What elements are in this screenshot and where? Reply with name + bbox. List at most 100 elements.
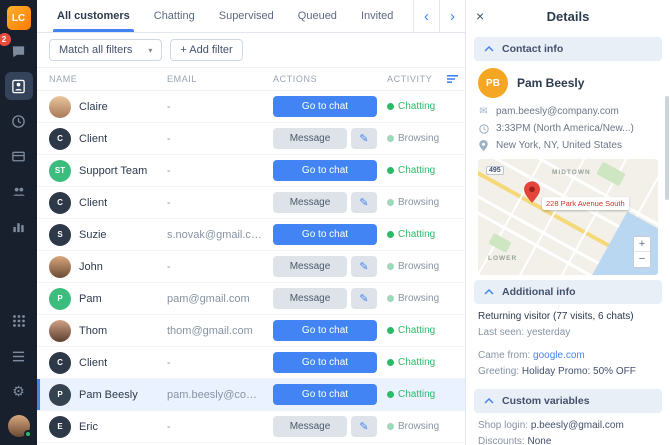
shop-login-value: p.beesly@gmail.com [531, 420, 624, 431]
table-row[interactable]: CClient-Message✎Browsing [37, 123, 465, 155]
section-custom-variables[interactable]: Custom variables [474, 389, 662, 413]
tabs-next-button[interactable]: › [439, 0, 465, 32]
contact-name: Pam Beesly [517, 76, 584, 90]
message-button[interactable]: Message [273, 288, 347, 309]
activity-status-dot [387, 231, 394, 238]
add-filter-button[interactable]: + Add filter [170, 39, 242, 61]
customer-name: Client [79, 133, 107, 145]
tab-bar: All customersChattingSupervisedQueuedInv… [37, 0, 465, 33]
sidebar-item-reports[interactable] [5, 212, 33, 240]
column-name[interactable]: NAME [49, 74, 167, 84]
customer-avatar: S [49, 224, 71, 246]
activity-label: Chatting [398, 101, 435, 112]
sidebar-item-contacts[interactable] [5, 72, 33, 100]
activity-label: Browsing [398, 261, 439, 272]
details-scrollbar[interactable] [665, 96, 669, 200]
go-to-chat-button[interactable]: Go to chat [273, 352, 377, 373]
message-button[interactable]: Message [273, 416, 347, 437]
edit-message-button[interactable]: ✎ [351, 416, 377, 437]
table-row[interactable]: PPam Beeslypam.beesly@company.comGo to c… [37, 379, 465, 411]
edit-message-button[interactable]: ✎ [351, 192, 377, 213]
contact-local-time: 3:33PM (North America/New...) [496, 123, 634, 134]
list-icon [11, 350, 26, 363]
contact-location: New York, NY, United States [496, 140, 622, 151]
table-row[interactable]: CClient-Message✎Browsing [37, 187, 465, 219]
customer-name: Pam Beesly [79, 389, 138, 401]
details-title: Details [490, 9, 646, 24]
customer-avatar [49, 96, 71, 118]
customer-name: Client [79, 357, 107, 369]
table-row[interactable]: CClient-Go to chatChatting [37, 347, 465, 379]
tab-supervised[interactable]: Supervised [207, 0, 286, 32]
column-email[interactable]: EMAIL [167, 74, 273, 84]
came-from-link[interactable]: google.com [533, 350, 585, 361]
table-row[interactable]: STSupport Team-Go to chatChatting [37, 155, 465, 187]
customer-email: - [167, 197, 273, 209]
table-row[interactable]: EEric-Message✎Browsing [37, 411, 465, 443]
customer-avatar: C [49, 192, 71, 214]
column-activity[interactable]: ACTIVITY [387, 74, 443, 84]
chevron-up-icon [484, 289, 494, 295]
sidebar-item-list[interactable] [5, 342, 33, 370]
activity-label: Browsing [398, 293, 439, 304]
sidebar-item-apps[interactable] [5, 307, 33, 335]
map-zoom-out-button[interactable]: − [634, 252, 650, 267]
table-row[interactable]: PPampam@gmail.comMessage✎Browsing [37, 283, 465, 315]
message-button[interactable]: Message [273, 128, 347, 149]
table-row[interactable]: John-Message✎Browsing [37, 251, 465, 283]
section-contact-info[interactable]: Contact info [474, 37, 662, 61]
edit-message-button[interactable]: ✎ [351, 256, 377, 277]
activity-label: Chatting [398, 165, 435, 176]
location-map[interactable]: 495 MIDTOWN LOWER 228 Park Avenue South … [478, 159, 658, 275]
sidebar-item-tickets[interactable] [5, 142, 33, 170]
customer-name: Support Team [79, 165, 147, 177]
activity-label: Chatting [398, 389, 435, 400]
tab-invited[interactable]: Invited [349, 0, 405, 32]
go-to-chat-button[interactable]: Go to chat [273, 160, 377, 181]
table-row[interactable]: SSuzies.novak@gmail.comGo to chatChattin… [37, 219, 465, 251]
activity-status-dot [387, 391, 394, 398]
clock-icon [478, 124, 489, 134]
message-button[interactable]: Message [273, 192, 347, 213]
table-row[interactable]: Thomthom@gmail.comGo to chatChatting [37, 315, 465, 347]
additional-info: Returning visitor (77 visits, 6 chats) L… [466, 311, 670, 384]
unread-badge: 2 [0, 33, 11, 46]
tabs-prev-button[interactable]: ‹ [413, 0, 439, 32]
tab-all-customers[interactable]: All customers [45, 0, 142, 32]
section-additional-info[interactable]: Additional info [474, 280, 662, 304]
go-to-chat-button[interactable]: Go to chat [273, 320, 377, 341]
column-actions[interactable]: ACTIONS [273, 74, 387, 84]
go-to-chat-button[interactable]: Go to chat [273, 384, 377, 405]
customer-name: Pam [79, 293, 102, 305]
edit-message-button[interactable]: ✎ [351, 128, 377, 149]
customer-name: Suzie [79, 229, 107, 241]
map-zoom-in-button[interactable]: + [634, 237, 650, 252]
tab-e[interactable]: E [405, 0, 413, 32]
clock-icon [11, 114, 26, 129]
user-avatar[interactable] [8, 415, 30, 437]
activity-status-dot [387, 135, 394, 142]
tab-chatting[interactable]: Chatting [142, 0, 207, 32]
tab-queued[interactable]: Queued [286, 0, 349, 32]
sidebar-item-team[interactable] [5, 177, 33, 205]
edit-message-button[interactable]: ✎ [351, 288, 377, 309]
message-button[interactable]: Message [273, 256, 347, 277]
list-sort-icon[interactable] [447, 74, 459, 84]
go-to-chat-button[interactable]: Go to chat [273, 224, 377, 245]
customer-email: - [167, 133, 273, 145]
activity-status-dot [387, 167, 394, 174]
table-row[interactable]: Claire-Go to chatChatting [37, 91, 465, 123]
match-filters-dropdown[interactable]: Match all filters ▾ [49, 39, 162, 61]
sidebar-item-settings[interactable]: ⚙ [5, 377, 33, 405]
map-pin-label: 228 Park Avenue South [542, 197, 629, 210]
sidebar-item-chats[interactable]: 2 [5, 37, 33, 65]
go-to-chat-button[interactable]: Go to chat [273, 96, 377, 117]
customers-main: All customersChattingSupervisedQueuedInv… [37, 0, 466, 445]
customer-avatar [49, 320, 71, 342]
sidebar-item-archives[interactable] [5, 107, 33, 135]
livechat-logo[interactable]: LC [7, 6, 31, 30]
activity-status-dot [387, 423, 394, 430]
contact-email[interactable]: pam.beesly@company.com [496, 106, 619, 117]
close-icon[interactable]: × [476, 8, 490, 24]
contact-avatar: PB [478, 68, 508, 98]
